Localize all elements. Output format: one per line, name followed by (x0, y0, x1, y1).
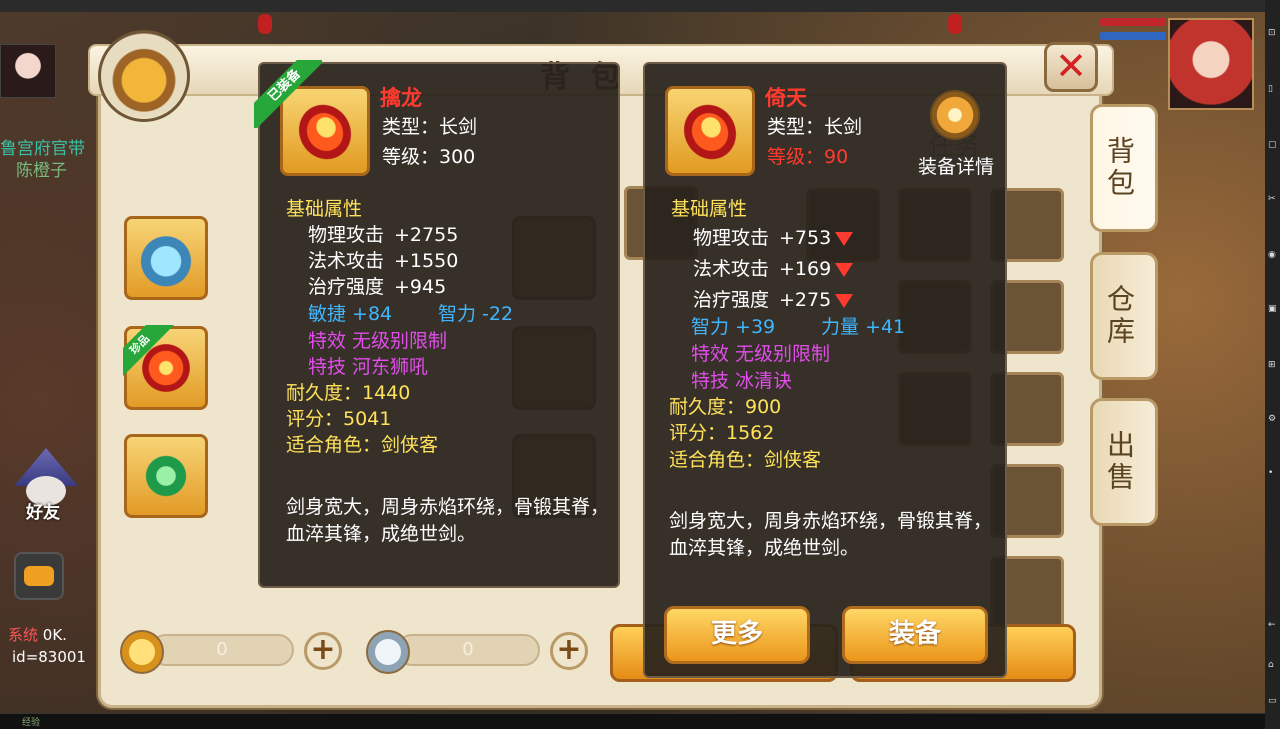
equip-button[interactable]: 装备 (842, 606, 988, 664)
status-bars (1100, 18, 1166, 46)
new-item-icon (664, 85, 756, 179)
weapon-slot[interactable]: 珍品 (123, 325, 208, 410)
agility-stat: 敏捷 +84 (308, 303, 393, 325)
helmet-icon (133, 225, 199, 291)
system-tag: 系统 (8, 626, 39, 644)
scissor-icon[interactable]: ✂ (1268, 194, 1278, 204)
silver-coin-icon (366, 630, 410, 674)
gold-amount: 0 (150, 634, 294, 666)
item-description: 剑身宽大，周身赤焰环绕，骨锻其脊，血淬其锋，成绝世剑。 (669, 510, 993, 559)
lantern-decoration (258, 14, 272, 34)
tab-sell[interactable]: 出售 (1090, 398, 1158, 526)
friend-label: 好友 (26, 503, 60, 523)
back-icon[interactable]: ← (1268, 620, 1278, 630)
equipment-detail-label[interactable]: 装备详情 (918, 152, 994, 179)
suitable-role: 适合角色：剑侠客 (669, 449, 822, 471)
experience-bar: 经验 (0, 713, 1265, 729)
emulator-titlebar (0, 0, 1265, 12)
decrease-arrow-icon (835, 231, 854, 246)
helmet-slot[interactable] (124, 216, 208, 300)
emulator-sidebar: ⊡ ▯ ▢ ✂ ◉ ▣ ⊞ ⚙ • ← ⌂ ▭ (1265, 0, 1280, 729)
basic-attributes-heading: 基础属性 (286, 198, 363, 220)
stat-row: 治疗强度 +945 (308, 276, 447, 298)
player-avatar[interactable] (1168, 18, 1254, 110)
suitable-role: 适合角色：剑侠客 (286, 434, 439, 456)
gold-coin-icon (120, 630, 164, 674)
item-level: 等级：300 (382, 146, 476, 168)
experience-label: 经验 (22, 718, 41, 728)
install-icon[interactable]: ⊞ (1268, 360, 1278, 370)
hp-bar (1100, 18, 1166, 26)
multi-window-icon[interactable]: ▣ (1268, 304, 1278, 314)
npc-subname: 陈橙子 (16, 161, 67, 181)
record-icon[interactable]: ▢ (1268, 140, 1278, 150)
equipment-detail-button[interactable] (930, 90, 980, 140)
friend-button[interactable]: 好友 (10, 448, 80, 523)
decrease-arrow-icon (835, 262, 854, 277)
special-skill: 特技 河东狮吼 (308, 356, 429, 378)
system-text: 0K. (42, 626, 67, 644)
score: 评分：5041 (286, 408, 392, 430)
jade-bracelet-icon (133, 443, 199, 509)
decrease-arrow-icon (835, 293, 854, 308)
special-skill: 特技 冰清诀 (691, 370, 793, 392)
recent-icon[interactable]: ▭ (1268, 696, 1278, 706)
intellect-stat: 智力 -22 (438, 303, 514, 325)
special-effect: 特效 无级别限制 (308, 330, 448, 352)
id-text: id=83001 (12, 648, 86, 666)
tab-warehouse[interactable]: 仓库 (1090, 252, 1158, 380)
basic-attributes-heading: 基础属性 (671, 198, 748, 220)
settings-icon[interactable]: ⚙ (1268, 414, 1278, 424)
item-level: 等级：90 (767, 146, 849, 168)
item-name: 擒龙 (380, 86, 422, 110)
item-name: 倚天 (765, 86, 807, 110)
system-message: 系统 0K. (8, 624, 67, 645)
bracelet-slot[interactable] (124, 434, 208, 518)
stat-row: 物理攻击 +2755 (308, 224, 459, 246)
stat-row: 物理攻击 +753 (693, 223, 854, 250)
location-icon[interactable]: ◉ (1268, 250, 1278, 260)
durability: 耐久度：1440 (286, 382, 411, 404)
lantern-decoration (948, 14, 962, 34)
more-button[interactable]: 更多 (664, 606, 810, 664)
add-silver-button[interactable]: + (550, 632, 588, 670)
special-effect: 特效 无级别限制 (691, 343, 831, 365)
strength-stat: 力量 +41 (821, 316, 906, 338)
chat-bubble-icon (24, 566, 54, 586)
keyboard-icon[interactable]: ▯ (1268, 84, 1278, 94)
item-type: 类型：长剑 (382, 116, 478, 138)
chat-button[interactable] (14, 552, 64, 600)
item-description: 剑身宽大，周身赤焰环绕，骨锻其脊，血淬其锋，成绝世剑。 (286, 496, 610, 545)
mp-bar (1100, 32, 1166, 40)
bag-icon (98, 30, 190, 122)
stat-row: 法术攻击 +1550 (308, 250, 459, 272)
flame-sword-icon (664, 85, 756, 179)
home-icon[interactable]: ⌂ (1268, 660, 1278, 670)
tab-backpack[interactable]: 背包 (1090, 104, 1158, 232)
silver-amount: 0 (396, 634, 540, 666)
durability: 耐久度：900 (669, 396, 782, 418)
close-button[interactable]: ✕ (1044, 42, 1098, 92)
close-icon: ✕ (1055, 44, 1087, 88)
equipped-item-tooltip: 已装备 擒龙 类型：长剑 等级：300 基础属性 物理攻击 +2755 法术攻击 +… (254, 60, 620, 588)
more-icon[interactable]: • (1268, 468, 1278, 478)
streamer-avatar (0, 44, 56, 98)
add-gold-button[interactable]: + (304, 632, 342, 670)
stat-row: 治疗强度 +275 (693, 285, 854, 312)
screenshot-icon[interactable]: ⊡ (1268, 28, 1278, 38)
item-type: 类型：长剑 (767, 116, 863, 138)
stat-row: 法术攻击 +169 (693, 254, 854, 281)
rare-badge: 珍品 (123, 325, 175, 377)
equipped-ribbon: 已装备 (254, 60, 322, 128)
score: 评分：1562 (669, 422, 775, 444)
intellect-stat: 智力 +39 (691, 316, 776, 338)
